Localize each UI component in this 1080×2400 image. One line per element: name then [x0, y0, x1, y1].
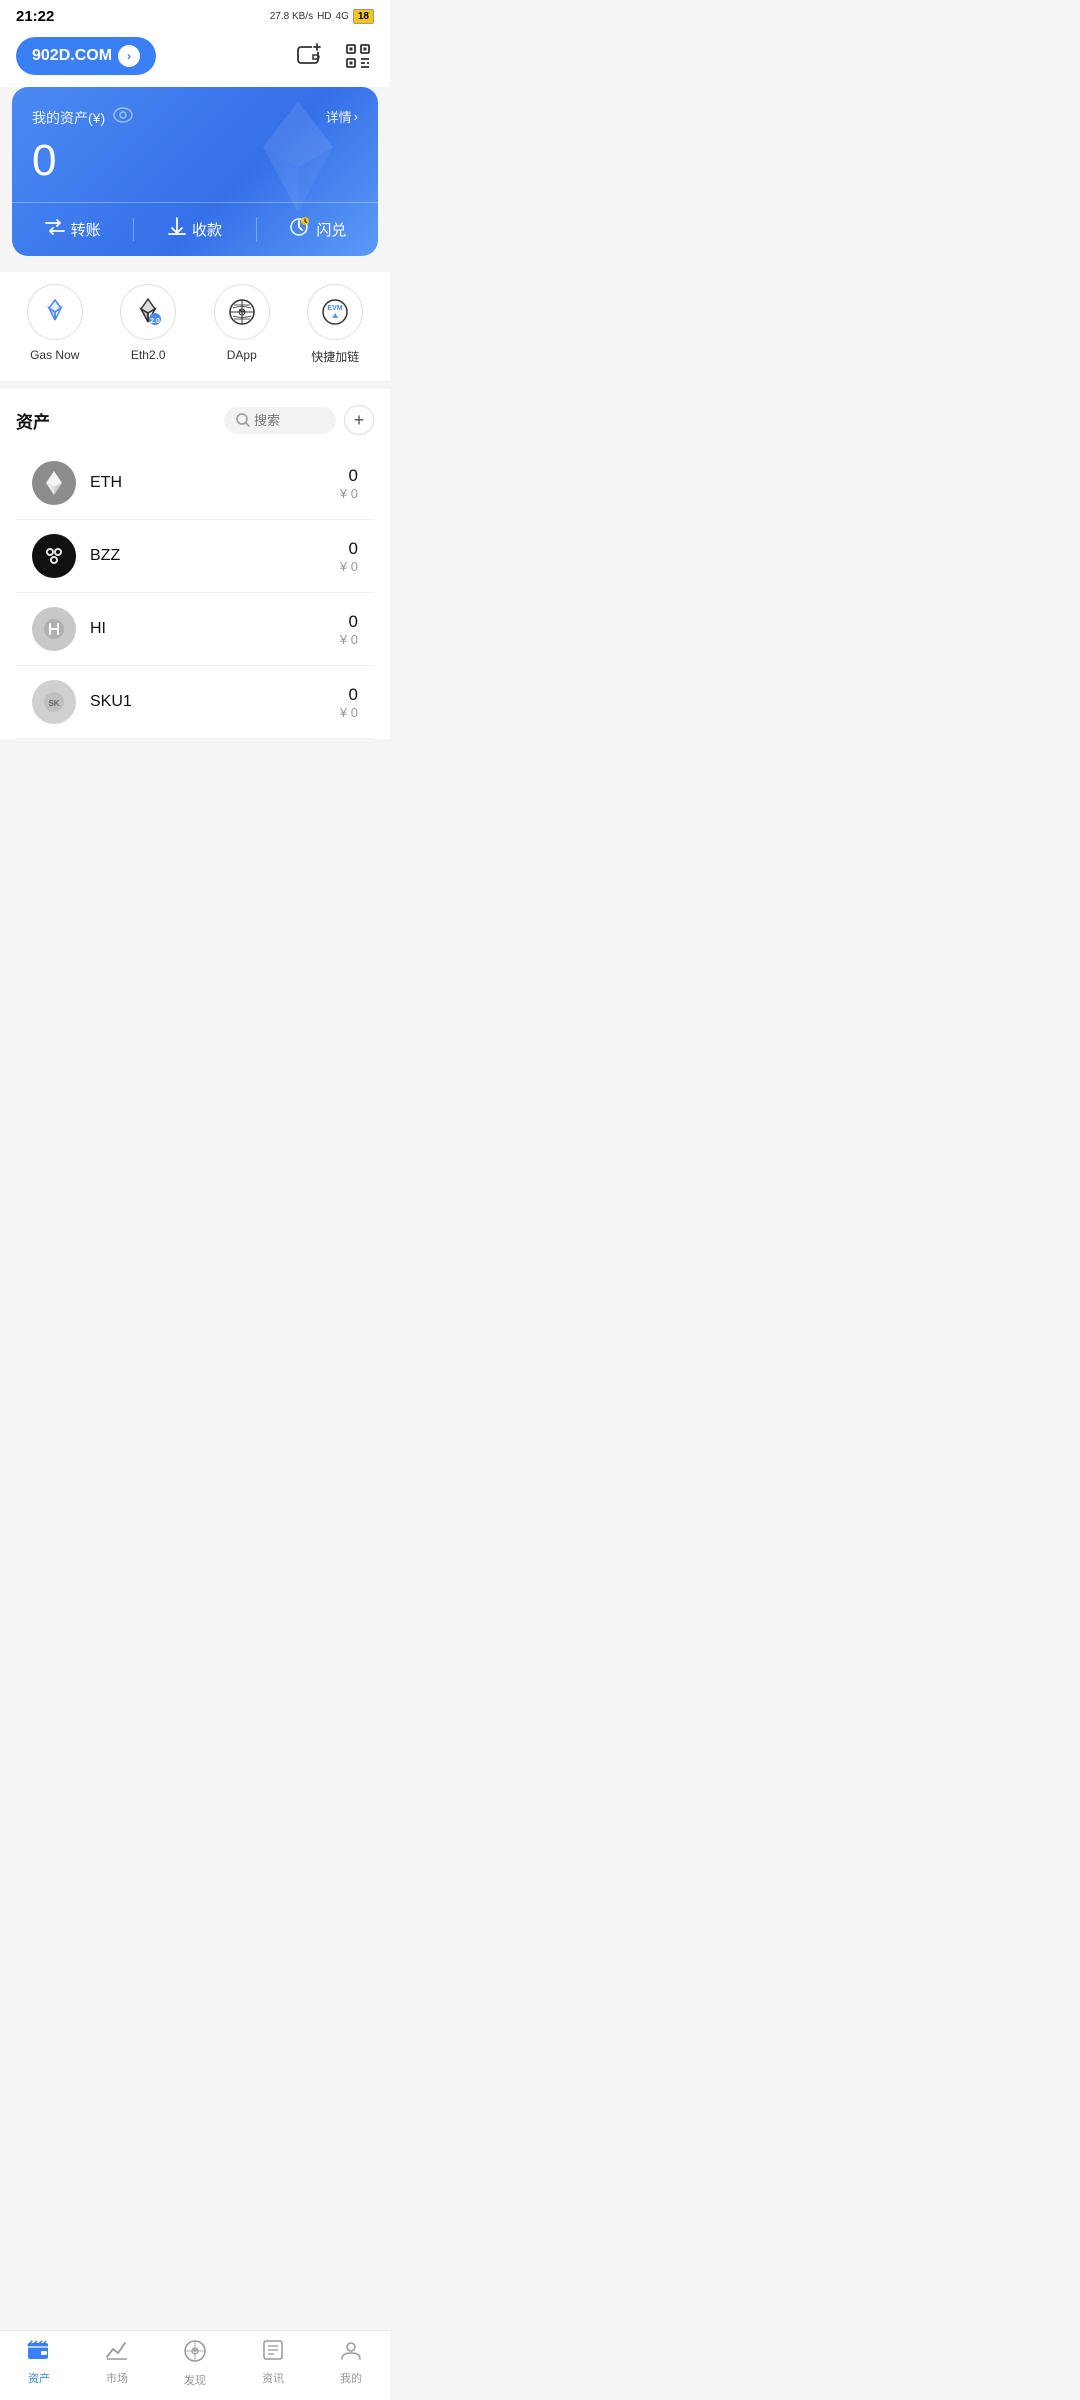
assets-title: 资产	[16, 408, 50, 433]
svg-text:EVM: EVM	[328, 305, 343, 312]
eth2-label: Eth2.0	[131, 348, 166, 362]
header-icons	[294, 40, 374, 72]
nav-label-news: 资讯	[262, 2370, 284, 2386]
bzz-cny: ¥ 0	[340, 559, 358, 574]
nav-label-assets: 资产	[28, 2370, 50, 2386]
search-icon	[236, 413, 250, 427]
gas-now-icon	[27, 284, 83, 340]
hi-cny: ¥ 0	[340, 632, 358, 647]
sku1-cny: ¥ 0	[340, 705, 358, 720]
sku1-token-name: SKU1	[90, 693, 340, 711]
token-item-bzz[interactable]: BZZ 0 ¥ 0	[16, 520, 374, 593]
status-time: 21:22	[16, 8, 54, 25]
nav-item-discover[interactable]: 发现	[156, 2339, 234, 2388]
quick-chain-label: 快捷加链	[311, 348, 359, 365]
eye-icon[interactable]	[113, 107, 133, 128]
user-icon	[340, 2339, 362, 2367]
eth-cny: ¥ 0	[340, 486, 358, 501]
bottom-spacer	[0, 739, 390, 819]
nav-label-market: 市场	[106, 2370, 128, 2386]
sku1-token-icon: SK	[32, 680, 76, 724]
brand-button[interactable]: 902D.COM ›	[16, 37, 156, 75]
quick-actions: Gas Now 2.0 Eth2.0	[0, 272, 390, 381]
token-item-sku1[interactable]: SK SKU1 0 ¥ 0	[16, 666, 374, 739]
nav-item-news[interactable]: 资讯	[234, 2339, 312, 2388]
token-item-hi[interactable]: HI 0 ¥ 0	[16, 593, 374, 666]
asset-label: 我的资产(¥)	[32, 107, 133, 128]
bzz-amount: 0	[340, 539, 358, 559]
hi-amount: 0	[340, 612, 358, 632]
dapp-label: DApp	[227, 348, 257, 362]
compass-nav-icon	[183, 2339, 207, 2369]
asset-card: 我的资产(¥) 详情 › 0	[12, 87, 378, 256]
hi-token-name: HI	[90, 620, 340, 638]
transfer-label: 转账	[71, 219, 101, 240]
eth-watermark	[238, 97, 358, 239]
add-asset-button[interactable]: +	[344, 405, 374, 435]
quick-chain-icon: EVM	[307, 284, 363, 340]
dapp-button[interactable]: DApp	[214, 284, 270, 365]
bzz-token-icon	[32, 534, 76, 578]
assets-header: 资产 +	[16, 405, 374, 435]
brand-arrow-icon: ›	[118, 45, 140, 67]
asset-label-text: 我的资产(¥)	[32, 108, 105, 128]
eth2-button[interactable]: 2.0 Eth2.0	[120, 284, 176, 365]
svg-text:SK: SK	[48, 699, 59, 708]
add-wallet-button[interactable]	[294, 40, 326, 72]
scan-button[interactable]	[342, 40, 374, 72]
sku1-amount: 0	[340, 685, 358, 705]
eth-amount: 0	[340, 466, 358, 486]
eth-token-icon	[32, 461, 76, 505]
bzz-token-name: BZZ	[90, 547, 340, 565]
header: 902D.COM ›	[0, 29, 390, 87]
nav-item-assets[interactable]: 资产	[0, 2339, 78, 2388]
search-input[interactable]	[254, 413, 324, 428]
nav-label-discover: 发现	[184, 2372, 206, 2388]
hi-token-balance: 0 ¥ 0	[340, 612, 358, 647]
nav-item-market[interactable]: 市场	[78, 2339, 156, 2388]
status-bar: 21:22 27.8 KB/s HD 4G 18	[0, 0, 390, 29]
hi-token-icon	[32, 607, 76, 651]
news-icon	[262, 2339, 284, 2367]
speed-indicator: 27.8 KB/s	[270, 11, 313, 22]
token-item-eth[interactable]: ETH 0 ¥ 0	[16, 447, 374, 520]
assets-section: 资产 + ETH	[0, 389, 390, 739]
gas-now-label: Gas Now	[30, 348, 79, 362]
quick-chain-button[interactable]: EVM 快捷加链	[307, 284, 363, 365]
search-input-wrap[interactable]	[224, 407, 336, 434]
eth-token-name: ETH	[90, 474, 340, 492]
transfer-icon	[45, 218, 65, 241]
token-list: ETH 0 ¥ 0 BZZ 0 ¥ 0	[16, 447, 374, 739]
svg-text:2.0: 2.0	[150, 318, 160, 325]
chart-icon	[105, 2339, 129, 2367]
eth-token-balance: 0 ¥ 0	[340, 466, 358, 501]
nav-label-profile: 我的	[340, 2370, 362, 2386]
dapp-icon	[214, 284, 270, 340]
sku1-token-balance: 0 ¥ 0	[340, 685, 358, 720]
nav-item-profile[interactable]: 我的	[312, 2339, 390, 2388]
receive-label: 收款	[192, 219, 222, 240]
battery-icon: 18	[353, 9, 374, 24]
status-icons: 27.8 KB/s HD 4G 18	[270, 9, 374, 24]
hd-badge: HD	[317, 11, 331, 22]
network-badge: 4G	[336, 11, 349, 22]
search-bar: +	[224, 405, 374, 435]
bzz-token-balance: 0 ¥ 0	[340, 539, 358, 574]
brand-label: 902D.COM	[32, 47, 112, 65]
bottom-nav: 资产 市场 发现	[0, 2330, 390, 2400]
receive-icon	[168, 217, 186, 242]
wallet-icon	[27, 2339, 51, 2367]
transfer-button[interactable]: 转账	[12, 218, 134, 241]
eth2-icon: 2.0	[120, 284, 176, 340]
gas-now-button[interactable]: Gas Now	[27, 284, 83, 365]
